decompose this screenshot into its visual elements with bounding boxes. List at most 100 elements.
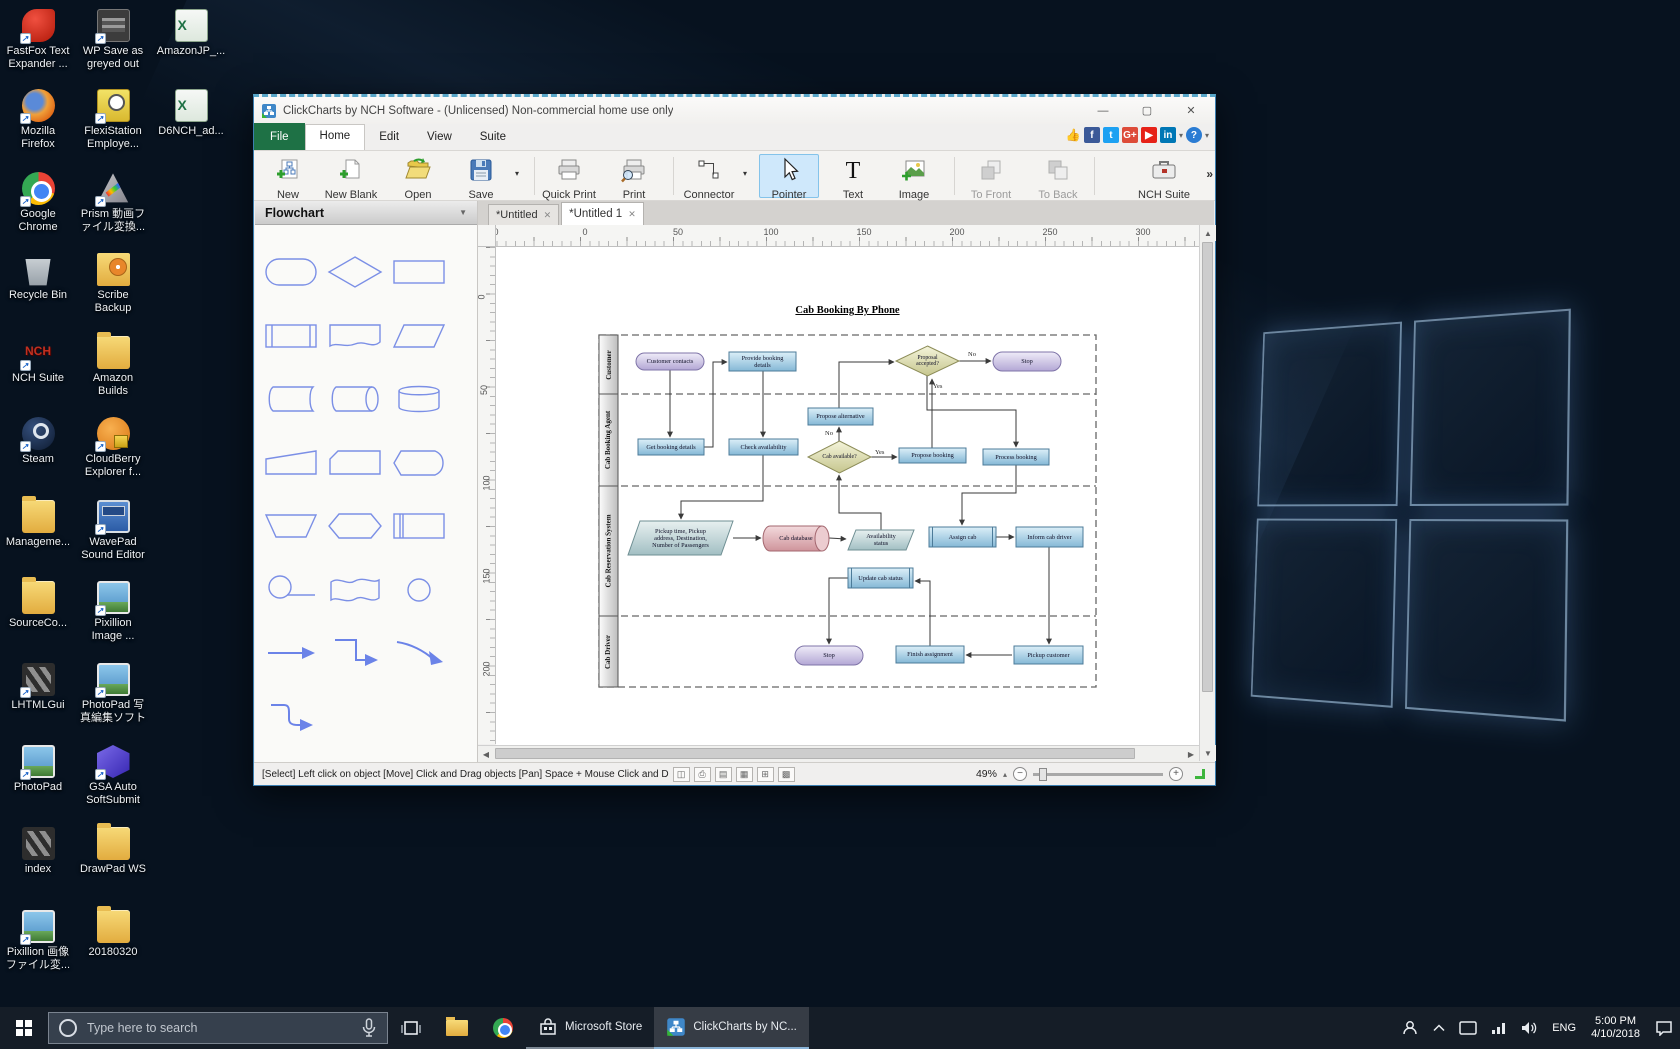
save-button[interactable]: Save <box>451 154 511 198</box>
palette-shape-internal-storage[interactable] <box>391 509 447 543</box>
desktop-icon[interactable]: ↗NCH Suite <box>0 336 76 385</box>
desktop-icon[interactable]: Manageme... <box>0 500 76 549</box>
file-explorer-button[interactable] <box>434 1007 480 1049</box>
snap-icon[interactable]: ▤ <box>715 767 732 782</box>
image-button[interactable]: Image <box>884 154 944 198</box>
minimize-button[interactable]: — <box>1081 97 1125 124</box>
twitter-icon[interactable]: t <box>1103 127 1119 143</box>
tab-close-icon[interactable]: ✕ <box>628 209 636 220</box>
vertical-scroll-thumb[interactable] <box>1202 242 1213 692</box>
nchsuite-button[interactable]: NCH Suite <box>1134 154 1194 198</box>
palette-shape-arrow-elbow[interactable] <box>327 636 383 670</box>
like-icon[interactable]: 👍 <box>1065 127 1081 143</box>
canvas[interactable] <box>496 247 1199 745</box>
scroll-left-icon[interactable]: ◀ <box>478 746 494 762</box>
palette-shape-arrow-curve[interactable] <box>391 636 447 670</box>
desktop-icon[interactable]: ↗WP Save as greyed out <box>75 9 151 71</box>
desktop-icon[interactable]: 20180320 <box>75 910 151 959</box>
youtube-icon[interactable]: ▶ <box>1141 127 1157 143</box>
print-button[interactable]: Print <box>604 154 664 198</box>
social-more-chevron-icon[interactable]: ▾ <box>1179 131 1183 140</box>
menu-item-suite[interactable]: Suite <box>466 126 520 150</box>
desktop-icon[interactable]: ↗PhotoPad 写 真編集ソフト <box>75 663 151 725</box>
tab-close-icon[interactable]: ✕ <box>544 210 552 221</box>
palette-shape-predefined-process[interactable] <box>263 319 319 353</box>
menu-item-home[interactable]: Home <box>305 124 366 150</box>
open-button[interactable]: Open <box>388 154 448 198</box>
export-icon[interactable]: ⎙ <box>694 767 711 782</box>
document-tab[interactable]: *Untitled✕ <box>488 204 559 225</box>
desktop-icon[interactable]: ↗LHTMLGui <box>0 663 76 712</box>
palette-shape-process[interactable] <box>391 255 447 289</box>
palette-shape-document[interactable] <box>327 319 383 353</box>
desktop-icon[interactable]: ↗Pixillion 画像 ファイル変... <box>0 910 76 972</box>
zoom-slider[interactable] <box>1033 773 1163 776</box>
grid-icon[interactable]: ▦ <box>736 767 753 782</box>
help-chevron-icon[interactable]: ▾ <box>1205 131 1209 140</box>
desktop-icon[interactable]: DrawPad WS <box>75 827 151 876</box>
print-layout-icon[interactable]: ▩ <box>778 767 795 782</box>
palette-shape-display[interactable] <box>391 446 447 480</box>
page-setup-icon[interactable]: ⊞ <box>757 767 774 782</box>
desktop-icon[interactable]: D6NCH_ad... <box>153 89 229 138</box>
desktop-icon[interactable]: ↗FastFox Text Expander ... <box>0 9 76 71</box>
taskbar-search[interactable] <box>48 1012 388 1044</box>
title-bar[interactable]: ClickCharts by NCH Software - (Unlicense… <box>254 97 1215 124</box>
desktop-icon[interactable]: ↗PhotoPad <box>0 745 76 794</box>
desktop-icon[interactable]: ↗Pixillion Image ... <box>75 581 151 643</box>
desktop-icon[interactable]: SourceCo... <box>0 581 76 630</box>
network-button[interactable] <box>1484 1007 1514 1049</box>
zoom-out-button[interactable]: − <box>1013 767 1027 781</box>
microphone-icon[interactable] <box>361 1018 377 1038</box>
palette-shape-loop-limit[interactable] <box>263 573 319 607</box>
palette-shape-data[interactable] <box>391 319 447 353</box>
dropdown-chevron-icon[interactable]: ▾ <box>515 169 519 178</box>
marquee-select-icon[interactable]: ◫ <box>673 767 690 782</box>
resize-grip[interactable] <box>1195 769 1205 779</box>
clock[interactable]: 5:00 PM 4/10/2018 <box>1583 1015 1648 1041</box>
taskbar-button-store[interactable]: Microsoft Store <box>526 1007 654 1049</box>
tray-overflow-chevron[interactable] <box>1426 1007 1452 1049</box>
vertical-scrollbar[interactable]: ▲ ▼ <box>1199 225 1215 761</box>
desktop-icon[interactable]: ↗WavePad Sound Editor <box>75 500 151 562</box>
palette-shape-flag[interactable] <box>327 573 383 607</box>
palette-category-dropdown[interactable]: Flowchart ▼ <box>255 201 477 225</box>
taskbar-button-clickcharts[interactable]: ClickCharts by NC... <box>654 1007 809 1049</box>
menu-item-view[interactable]: View <box>413 126 466 150</box>
connector-button[interactable]: Connector <box>679 154 739 198</box>
palette-shape-connector[interactable] <box>391 573 447 607</box>
newblank-button[interactable]: New Blank <box>321 154 381 198</box>
action-center-button[interactable] <box>1648 1007 1680 1049</box>
palette-shape-decision[interactable] <box>327 255 383 289</box>
menu-item-edit[interactable]: Edit <box>365 126 413 150</box>
horizontal-scrollbar[interactable]: ◀ ▶ <box>478 745 1199 761</box>
palette-shape-arrow-straight[interactable] <box>263 636 319 670</box>
desktop-icon[interactable]: ↗GSA Auto SoftSubmit <box>75 745 151 807</box>
tablet-mode-button[interactable] <box>1452 1007 1484 1049</box>
palette-shape-manual-input[interactable] <box>263 446 319 480</box>
desktop-icon[interactable]: ↗Steam <box>0 417 76 466</box>
start-button[interactable] <box>0 1007 48 1049</box>
close-button[interactable]: ✕ <box>1169 97 1213 124</box>
chrome-button[interactable] <box>480 1007 526 1049</box>
desktop-icon[interactable]: index <box>0 827 76 876</box>
maximize-button[interactable]: ▢ <box>1125 97 1169 124</box>
people-button[interactable] <box>1394 1007 1426 1049</box>
horizontal-scroll-thumb[interactable] <box>495 748 1135 759</box>
zoom-slider-thumb[interactable] <box>1039 768 1047 781</box>
palette-shape-direct-access-storage[interactable] <box>327 382 383 416</box>
zoom-in-button[interactable]: + <box>1169 767 1183 781</box>
googleplus-icon[interactable]: G+ <box>1122 127 1138 143</box>
dropdown-chevron-icon[interactable]: ▾ <box>743 169 747 178</box>
desktop-icon[interactable]: ↗Prism 動画フ ァイル変換... <box>75 172 151 234</box>
help-icon[interactable]: ? <box>1186 127 1202 143</box>
linkedin-icon[interactable]: in <box>1160 127 1176 143</box>
menu-item-file[interactable]: File <box>254 123 305 150</box>
palette-shape-arrow-elbow-curve[interactable] <box>263 700 319 734</box>
scroll-right-icon[interactable]: ▶ <box>1183 746 1199 762</box>
desktop-icon[interactable]: Scribe Backup <box>75 253 151 315</box>
tofront-button[interactable]: To Front <box>961 154 1021 198</box>
search-input[interactable] <box>87 1021 361 1035</box>
new-button[interactable]: New <box>258 154 318 198</box>
desktop-icon[interactable]: ↗FlexiStation Employe... <box>75 89 151 151</box>
